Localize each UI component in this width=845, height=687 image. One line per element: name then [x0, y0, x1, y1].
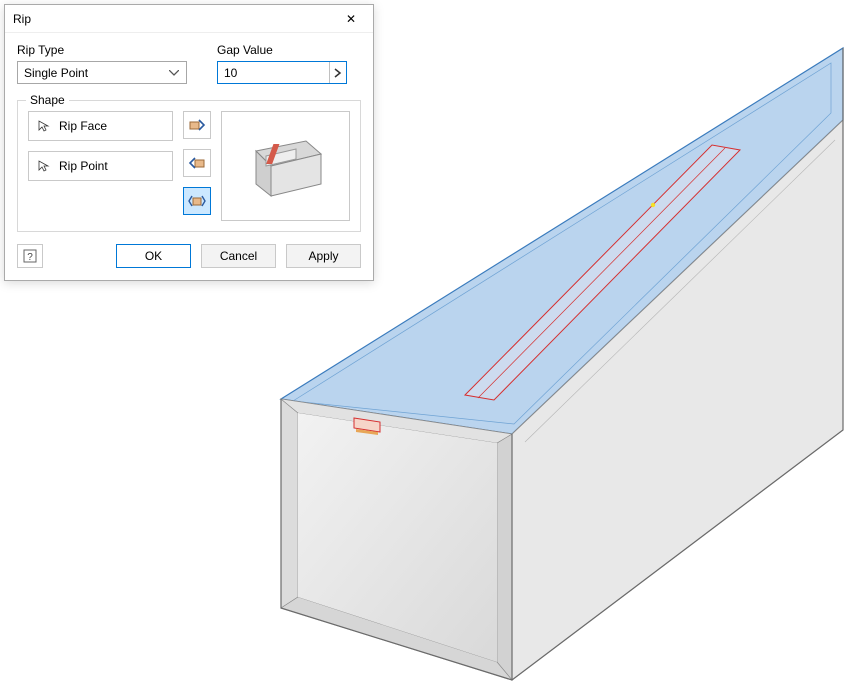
- gap-value-stepper[interactable]: [329, 62, 346, 83]
- rip-point-button[interactable]: Rip Point: [28, 151, 173, 181]
- cancel-label: Cancel: [220, 249, 257, 263]
- cancel-button[interactable]: Cancel: [201, 244, 276, 268]
- rip-point-marker[interactable]: [651, 203, 655, 207]
- rip-point-label: Rip Point: [59, 159, 108, 173]
- rip-face-button[interactable]: Rip Face: [28, 111, 173, 141]
- dialog-titlebar[interactable]: Rip ✕: [5, 5, 373, 33]
- apply-button[interactable]: Apply: [286, 244, 361, 268]
- rip-face-label: Rip Face: [59, 119, 107, 133]
- rip-type-value: Single Point: [24, 66, 166, 80]
- help-button[interactable]: ?: [17, 244, 43, 268]
- cursor-icon: [37, 159, 51, 173]
- gap-value-field[interactable]: [217, 61, 347, 84]
- ok-label: OK: [145, 249, 162, 263]
- help-icon: ?: [23, 249, 37, 263]
- direction-both-icon: [188, 192, 206, 210]
- shape-legend: Shape: [26, 93, 69, 107]
- close-button[interactable]: ✕: [331, 6, 371, 32]
- gap-value-label: Gap Value: [217, 43, 347, 57]
- shape-group: Shape Rip Face Rip Point: [17, 100, 361, 232]
- rip-type-label: Rip Type: [17, 43, 187, 57]
- cursor-icon: [37, 119, 51, 133]
- preview-icon: [236, 126, 336, 206]
- rip-type-select[interactable]: Single Point: [17, 61, 187, 84]
- direction-both-button[interactable]: [183, 187, 211, 215]
- chevron-down-icon: [166, 62, 182, 83]
- direction-right-icon: [188, 154, 206, 172]
- gap-value-input[interactable]: [218, 62, 329, 83]
- shape-preview: [221, 111, 350, 221]
- dialog-title: Rip: [13, 12, 331, 26]
- direction-left-button[interactable]: [183, 111, 211, 139]
- rip-dialog: Rip ✕ Rip Type Single Point Gap Value: [4, 4, 374, 281]
- direction-right-button[interactable]: [183, 149, 211, 177]
- close-icon: ✕: [346, 12, 356, 26]
- ok-button[interactable]: OK: [116, 244, 191, 268]
- apply-label: Apply: [308, 249, 338, 263]
- direction-left-icon: [188, 116, 206, 134]
- chevron-right-icon: [334, 68, 342, 78]
- svg-text:?: ?: [27, 252, 33, 263]
